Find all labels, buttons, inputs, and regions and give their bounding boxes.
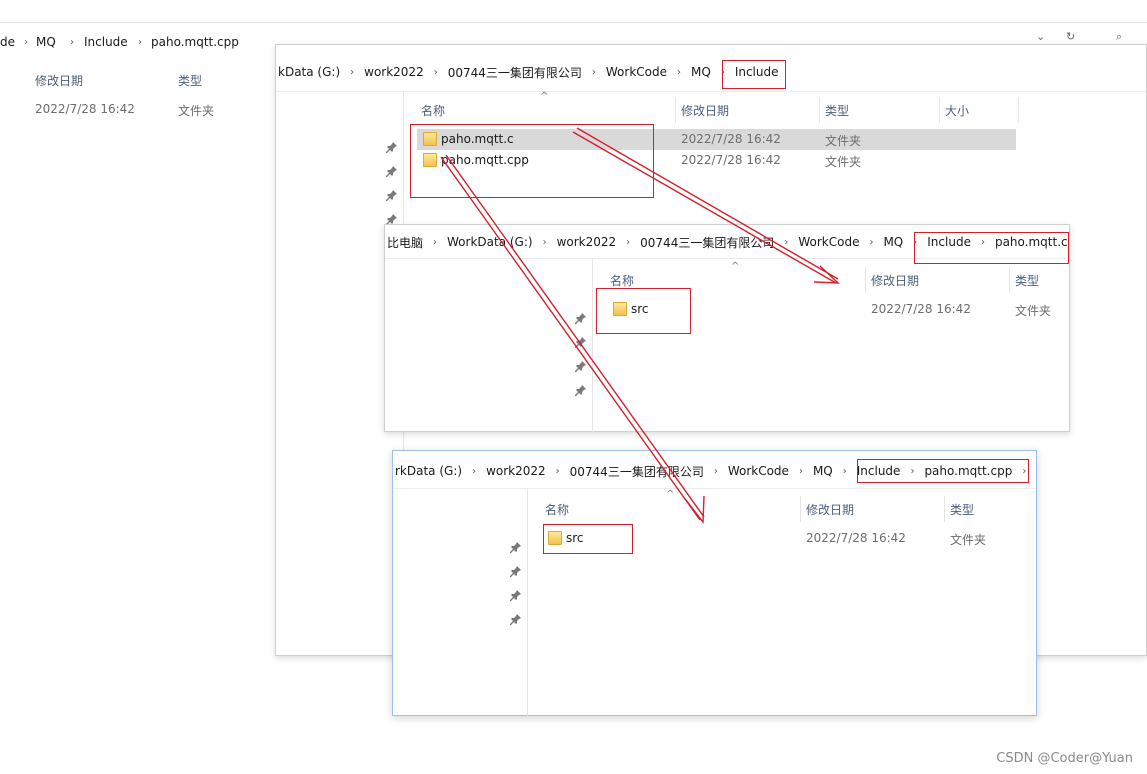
column-divider[interactable]	[675, 97, 676, 123]
pin-icon	[575, 385, 586, 396]
watermark: CSDN @Coder@Yuan	[996, 751, 1133, 766]
column-header-type[interactable]: 类型	[178, 72, 202, 89]
address-divider	[393, 488, 1036, 489]
breadcrumb-item[interactable]: WorkCode	[726, 464, 791, 478]
breadcrumb-chevron-icon: ›	[842, 465, 847, 477]
breadcrumb-item[interactable]: 00744三一集团有限公司	[568, 463, 706, 480]
column-divider[interactable]	[865, 267, 866, 293]
breadcrumb-chevron-icon: ›	[784, 236, 789, 248]
file-date: 2022/7/28 16:42	[681, 132, 781, 146]
column-header-date[interactable]: 修改日期	[35, 72, 83, 89]
breadcrumb-chevron-icon: ›	[542, 236, 547, 248]
search-icon[interactable]: ⌕	[1116, 30, 1122, 44]
file-date: 2022/7/28 16:42	[681, 153, 781, 167]
column-divider[interactable]	[1009, 267, 1010, 293]
column-header-type[interactable]: 类型	[825, 102, 849, 119]
breadcrumb-item[interactable]: paho.mqtt.cpp	[151, 35, 239, 49]
breadcrumb-chevron-icon: ›	[869, 236, 874, 248]
breadcrumb-item[interactable]: work2022	[555, 235, 619, 249]
breadcrumb-item[interactable]: 00744三一集团有限公司	[446, 64, 584, 81]
pin-icon	[575, 337, 586, 348]
column-divider[interactable]	[939, 97, 940, 123]
breadcrumb-item[interactable]: MQ	[881, 235, 905, 249]
file-type: 文件夹	[1015, 304, 1052, 318]
column-header-type[interactable]: 类型	[1015, 272, 1039, 289]
pin-icon	[510, 566, 521, 577]
pin-icon	[386, 142, 397, 153]
explorer-window-paho-mqtt-cpp: rkData (G:) › work2022 › 00744三一集团有限公司 ›…	[392, 450, 1037, 716]
nav-pane-divider	[527, 489, 528, 716]
breadcrumb-item[interactable]: MQ	[36, 35, 56, 49]
breadcrumb-item[interactable]: MQ	[811, 464, 835, 478]
pin-icon	[386, 166, 397, 177]
column-divider[interactable]	[944, 496, 945, 522]
breadcrumb-item[interactable]: de	[0, 35, 15, 49]
annotation-box-folders	[410, 124, 654, 198]
sort-up-icon: ^	[731, 261, 740, 272]
breadcrumb-chevron-icon: ›	[433, 236, 438, 248]
breadcrumb-chevron-icon: ›	[70, 37, 74, 48]
breadcrumb-item[interactable]: WorkCode	[796, 235, 861, 249]
annotation-box-src-cpp	[543, 524, 633, 554]
breadcrumb-chevron-icon: ›	[138, 37, 142, 48]
pin-icon	[510, 590, 521, 601]
pin-icon	[510, 542, 521, 553]
pin-icon	[575, 361, 586, 372]
breadcrumb-chevron-icon: ›	[433, 66, 438, 78]
breadcrumb-item[interactable]: work2022	[484, 464, 548, 478]
pin-icon	[510, 614, 521, 625]
column-divider[interactable]	[1018, 97, 1019, 123]
breadcrumb-item[interactable]: WorkCode	[604, 65, 669, 79]
file-date: 2022/7/28 16:42	[806, 531, 906, 545]
pin-icon	[386, 190, 397, 201]
annotation-box-include	[722, 60, 786, 89]
column-header-name[interactable]: 名称	[421, 102, 445, 119]
breadcrumb-item[interactable]: 00744三一集团有限公司	[638, 234, 776, 251]
breadcrumb-chevron-icon: ›	[24, 37, 28, 48]
file-type: 文件夹	[825, 155, 862, 169]
column-header-date[interactable]: 修改日期	[806, 501, 854, 518]
column-header-name[interactable]: 名称	[545, 501, 569, 518]
breadcrumb-item[interactable]: 比电脑	[385, 234, 425, 251]
refresh-icon[interactable]: ↻	[1066, 30, 1075, 43]
file-type: 文件夹	[825, 134, 862, 148]
breadcrumb-item[interactable]: work2022	[362, 65, 426, 79]
column-header-date[interactable]: 修改日期	[681, 102, 729, 119]
column-divider[interactable]	[800, 496, 801, 522]
row-type: 文件夹	[178, 104, 215, 118]
annotation-box-src-c	[596, 288, 691, 334]
column-divider[interactable]	[819, 97, 820, 123]
pin-icon	[575, 313, 586, 324]
nav-pane-divider	[592, 259, 593, 432]
breadcrumb-item[interactable]: rkData (G:)	[393, 464, 464, 478]
sort-up-icon: ^	[540, 91, 549, 102]
breadcrumb-item[interactable]: Include	[84, 35, 128, 49]
file-type: 文件夹	[950, 533, 987, 547]
sort-up-icon: ^	[666, 489, 675, 500]
column-header-size[interactable]: 大小	[945, 102, 969, 119]
breadcrumb-item[interactable]: WorkData (G:)	[445, 235, 535, 249]
title-divider	[0, 22, 1147, 23]
breadcrumb-chevron-icon: ›	[677, 66, 681, 78]
column-header-name[interactable]: 名称	[610, 272, 634, 289]
breadcrumb-chevron-icon: ›	[555, 465, 560, 477]
address-divider	[276, 91, 1146, 92]
column-header-date[interactable]: 修改日期	[871, 272, 919, 289]
dropdown-chevron-icon[interactable]: ⌄	[1036, 30, 1045, 43]
file-date: 2022/7/28 16:42	[871, 302, 971, 316]
column-header-type[interactable]: 类型	[950, 501, 974, 518]
breadcrumb-chevron-icon: ›	[713, 465, 718, 477]
breadcrumb-chevron-icon: ›	[798, 465, 803, 477]
row-date: 2022/7/28 16:42	[35, 102, 135, 116]
address-bar[interactable]: kData (G:) › work2022 › 00744三一集团有限公司 › …	[276, 57, 1146, 87]
annotation-box-path-cpp	[857, 459, 1029, 483]
breadcrumb-chevron-icon: ›	[591, 66, 596, 78]
annotation-box-path-c	[914, 232, 1069, 264]
breadcrumb-item[interactable]: MQ	[689, 65, 713, 79]
breadcrumb-chevron-icon: ›	[350, 66, 355, 78]
breadcrumb-chevron-icon: ›	[472, 465, 477, 477]
breadcrumb-chevron-icon: ›	[626, 236, 631, 248]
breadcrumb-item[interactable]: kData (G:)	[276, 65, 342, 79]
